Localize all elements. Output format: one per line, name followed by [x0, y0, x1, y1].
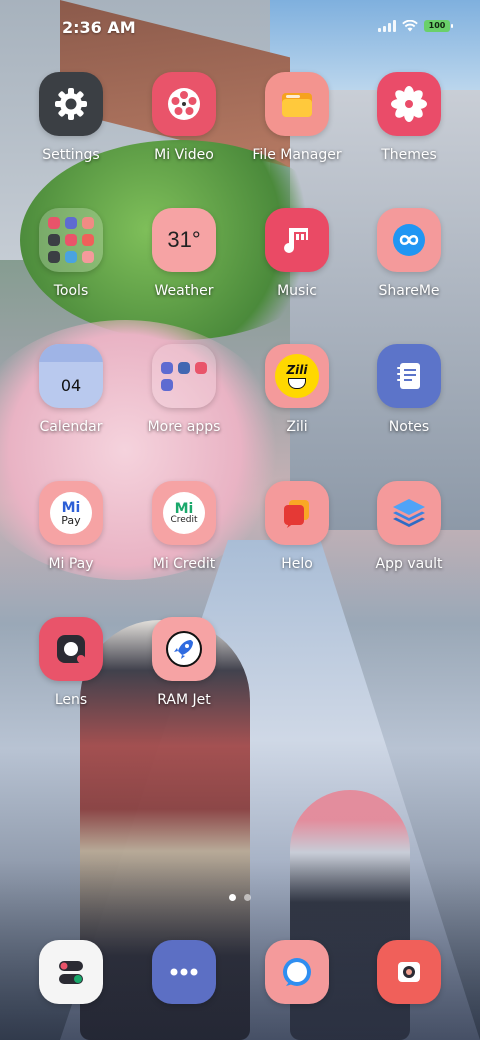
app-label: Helo	[281, 556, 313, 572]
calendar-date: 04	[60, 375, 82, 395]
signal-icon	[378, 20, 396, 32]
app-label: File Manager	[252, 147, 342, 163]
calendar-icon: 04	[39, 344, 103, 408]
app-mi-credit[interactable]: Mi Credit Mi Credit	[129, 481, 239, 572]
app-label: Music	[277, 283, 317, 299]
app-label: Settings	[42, 147, 100, 163]
app-weather[interactable]: 31° Weather	[129, 208, 239, 299]
app-label: Lens	[54, 692, 88, 708]
app-zili[interactable]: Zili Zili	[242, 344, 352, 435]
app-music[interactable]: Music	[242, 208, 352, 299]
app-mi-pay[interactable]: Mi Pay Mi Pay	[16, 481, 126, 572]
app-ram-jet[interactable]: RAM Jet	[129, 617, 239, 708]
dock-browser[interactable]	[242, 940, 352, 1004]
app-label: ShareMe	[378, 283, 440, 299]
app-more-apps-folder[interactable]: More apps	[129, 344, 239, 435]
app-mi-video[interactable]: Mi Video	[129, 72, 239, 163]
camera-icon	[377, 940, 441, 1004]
settings-icon	[39, 72, 103, 136]
dock-phone[interactable]	[16, 940, 126, 1004]
stacked-layers-icon	[377, 481, 441, 545]
app-shareme[interactable]: ShareMe	[354, 208, 464, 299]
mi-credit-logo-icon: Mi Credit	[152, 481, 216, 545]
music-note-icon	[265, 208, 329, 272]
page-indicator[interactable]	[0, 894, 480, 901]
app-settings[interactable]: Settings	[16, 72, 126, 163]
app-notes[interactable]: Notes	[354, 344, 464, 435]
app-label: App vault	[375, 556, 443, 572]
app-app-vault[interactable]: App vault	[354, 481, 464, 572]
lens-icon	[39, 617, 103, 681]
page-dot	[244, 894, 251, 901]
app-themes[interactable]: Themes	[354, 72, 464, 163]
app-label: Mi Pay	[48, 556, 94, 572]
zili-logo-icon: Zili	[265, 344, 329, 408]
app-label: Notes	[388, 419, 430, 435]
app-label: Zili	[286, 419, 308, 435]
app-lens[interactable]: Lens	[16, 617, 126, 708]
app-file-manager[interactable]: File Manager	[242, 72, 352, 163]
browser-bubble-icon	[265, 940, 329, 1004]
flower-icon	[377, 72, 441, 136]
more-dots-icon	[152, 940, 216, 1004]
app-label: Calendar	[39, 419, 103, 435]
page-dot	[229, 894, 236, 901]
helo-logo-icon	[265, 481, 329, 545]
infinity-icon	[377, 208, 441, 272]
app-helo[interactable]: Helo	[242, 481, 352, 572]
folder-preview-icon	[39, 208, 103, 272]
mi-pay-logo-icon: Mi Pay	[39, 481, 103, 545]
app-label: Themes	[381, 147, 437, 163]
battery-indicator: 100	[424, 20, 453, 32]
status-bar: 2:36 AM 100	[0, 0, 480, 56]
wifi-icon	[402, 20, 418, 32]
dock-messaging[interactable]	[129, 940, 239, 1004]
folder-preview-icon	[152, 344, 216, 408]
app-tools-folder[interactable]: Tools	[16, 208, 126, 299]
clock: 2:36 AM	[62, 18, 136, 37]
app-label: More apps	[147, 419, 221, 435]
phone-toggle-icon	[39, 940, 103, 1004]
app-label: RAM Jet	[157, 692, 211, 708]
dock-camera[interactable]	[354, 940, 464, 1004]
app-calendar[interactable]: 04 Calendar	[16, 344, 126, 435]
weather-icon: 31°	[152, 208, 216, 272]
app-label: Mi Credit	[152, 556, 216, 572]
app-label: Weather	[154, 283, 214, 299]
app-label: Mi Video	[154, 147, 214, 163]
app-label: Tools	[53, 283, 89, 299]
temperature-text: 31°	[167, 227, 201, 252]
folder-icon	[265, 72, 329, 136]
film-reel-icon	[152, 72, 216, 136]
notepad-icon	[377, 344, 441, 408]
rocket-icon	[152, 617, 216, 681]
